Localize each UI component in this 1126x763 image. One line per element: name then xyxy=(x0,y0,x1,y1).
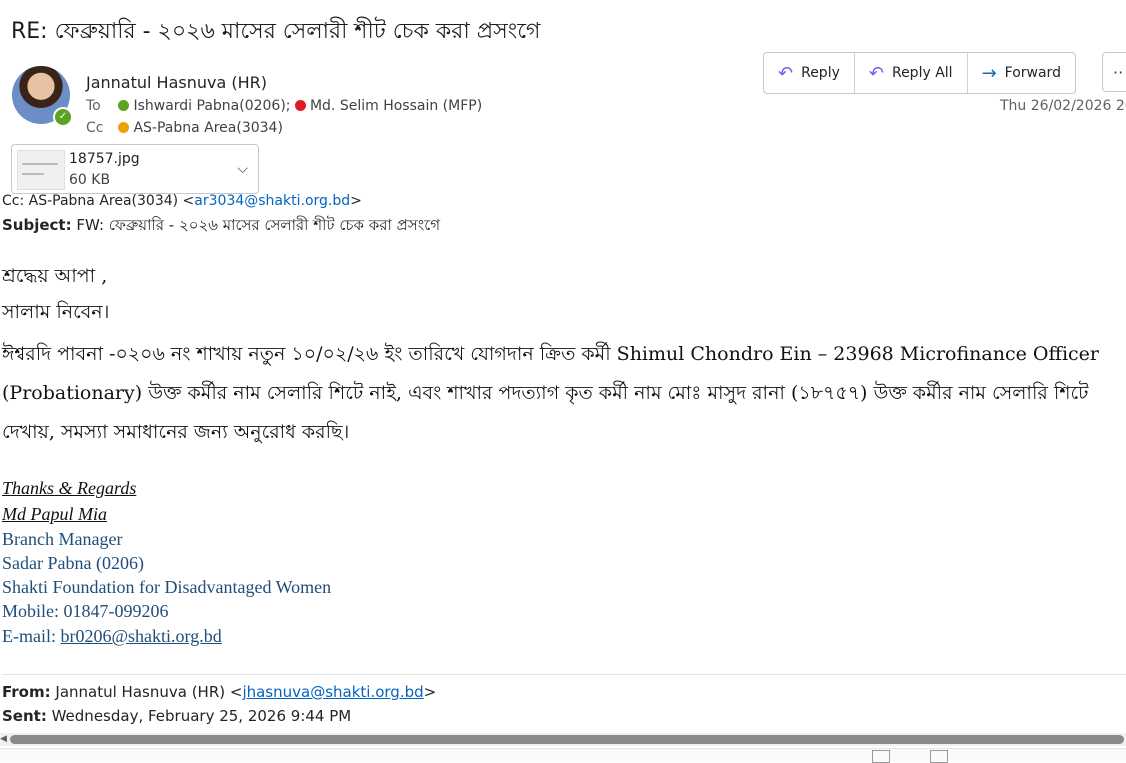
attachment-name: 18757.jpg xyxy=(69,151,140,167)
to-row: To Ishwardi Pabna(0206); Md. Selim Hossa… xyxy=(86,98,482,114)
recipient-to-2[interactable]: Md. Selim Hossain (MFP) xyxy=(310,98,482,114)
horizontal-scrollbar[interactable]: ◀ xyxy=(0,733,1126,746)
cc-row: Cc AS-Pabna Area(3034) xyxy=(86,120,283,136)
signature-title: Branch Manager xyxy=(2,529,123,549)
quoted-cc-line: Cc: AS-Pabna Area(3034) <ar3034@shakti.o… xyxy=(2,194,362,208)
quoted-subject-label: Subject: xyxy=(2,216,72,234)
quoted-sent-line: Sent: Wednesday, February 25, 2026 9:44 … xyxy=(2,707,351,725)
status-bar xyxy=(0,748,1126,763)
quoted-from-name: Jannatul Hasnuva (HR) < xyxy=(55,683,243,701)
signature-org: Shakti Foundation for Disadvantaged Wome… xyxy=(2,577,332,597)
signature-branch: Sadar Pabna (0206) xyxy=(2,553,144,573)
quoted-from-email-link[interactable]: jhasnuva@shakti.org.bd xyxy=(242,683,423,701)
quoted-from-label: From: xyxy=(2,683,51,701)
email-subject: RE: ফেব্রুয়ারি - ২০২৬ মাসের সেলারী শীট … xyxy=(11,19,541,44)
sender-avatar[interactable]: ✓ xyxy=(12,66,73,127)
quoted-cc-link[interactable]: ar3034@shakti.org.bd xyxy=(194,194,350,208)
greeting: শ্রদ্ধেয় আপা , xyxy=(2,265,108,287)
chevron-down-icon[interactable]: ⌵ xyxy=(237,161,248,177)
reply-icon: ↶ xyxy=(778,62,794,84)
recipient-to-1[interactable]: Ishwardi Pabna(0206); xyxy=(133,98,290,114)
more-actions-button[interactable]: ·· xyxy=(1102,52,1126,92)
salam: সালাম নিবেন। xyxy=(2,301,110,323)
forward-label: Forward xyxy=(1004,65,1061,81)
forward-button[interactable]: → Forward xyxy=(968,53,1075,93)
reply-all-label: Reply All xyxy=(891,65,953,81)
signature-name: Md Papul Mia xyxy=(2,504,107,524)
reply-all-icon: ↶ xyxy=(868,62,884,84)
signature-email-label: E-mail: xyxy=(2,626,61,646)
quoted-subject-line: Subject: FW: ফেব্রুয়ারি - ২০২৬ মাসের সে… xyxy=(2,214,440,239)
signature-mobile: Mobile: 01847-099206 xyxy=(2,601,169,621)
recipient-cc-1[interactable]: AS-Pabna Area(3034) xyxy=(133,120,282,136)
reply-label: Reply xyxy=(801,65,840,81)
quoted-from-line: From: Jannatul Hasnuva (HR) <jhasnuva@sh… xyxy=(2,683,436,701)
forward-icon: → xyxy=(981,62,997,84)
to-label: To xyxy=(86,98,101,114)
message-line-3: দেখায়, সমস্যা সমাধানের জন্য অনুরোধ করছি… xyxy=(2,421,350,443)
sender-name[interactable]: Jannatul Hasnuva (HR) xyxy=(86,73,267,92)
view-mode-icon[interactable] xyxy=(872,750,890,763)
signature-email-line: E-mail: br0206@shakti.org.bd xyxy=(2,626,222,647)
presence-away-icon xyxy=(118,122,130,133)
attachment-size: 60 KB xyxy=(69,172,111,188)
quoted-sent-value: Wednesday, February 25, 2026 9:44 PM xyxy=(51,707,352,725)
reply-all-button[interactable]: ↶ Reply All xyxy=(855,53,968,93)
quote-divider xyxy=(2,674,1126,675)
reply-toolbar: ↶ Reply ↶ Reply All → Forward xyxy=(763,52,1076,94)
attachment-thumbnail xyxy=(17,150,65,190)
reading-view-icon[interactable] xyxy=(930,750,948,763)
scroll-left-icon[interactable]: ◀ xyxy=(0,733,7,746)
reply-button[interactable]: ↶ Reply xyxy=(764,53,855,93)
quoted-from-close: > xyxy=(423,683,437,701)
presence-busy-icon xyxy=(294,100,306,111)
quoted-cc-close: > xyxy=(350,194,362,208)
cc-label: Cc xyxy=(86,120,104,136)
quoted-cc-text: Cc: AS-Pabna Area(3034) < xyxy=(2,194,195,208)
signature-email-link[interactable]: br0206@shakti.org.bd xyxy=(60,626,221,646)
quoted-sent-label: Sent: xyxy=(2,707,47,725)
signature-thanks: Thanks & Regards xyxy=(2,478,137,498)
presence-available-icon: ✓ xyxy=(53,107,73,127)
quoted-subject-value: FW: ফেব্রুয়ারি - ২০২৬ মাসের সেলারী শীট … xyxy=(76,216,441,234)
received-date: Thu 26/02/2026 20: xyxy=(1000,98,1126,114)
message-line-1: ঈশ্বরদি পাবনা -০২০৬ নং শাখায় নতুন ১০/০২… xyxy=(2,343,1100,365)
presence-green-icon xyxy=(118,100,130,111)
scrollbar-thumb[interactable] xyxy=(10,735,1124,744)
message-line-2: (Probationary) উক্ত কর্মীর নাম সেলারি শি… xyxy=(2,382,1089,404)
attachment-card[interactable]: 18757.jpg 60 KB ⌵ xyxy=(11,144,259,194)
